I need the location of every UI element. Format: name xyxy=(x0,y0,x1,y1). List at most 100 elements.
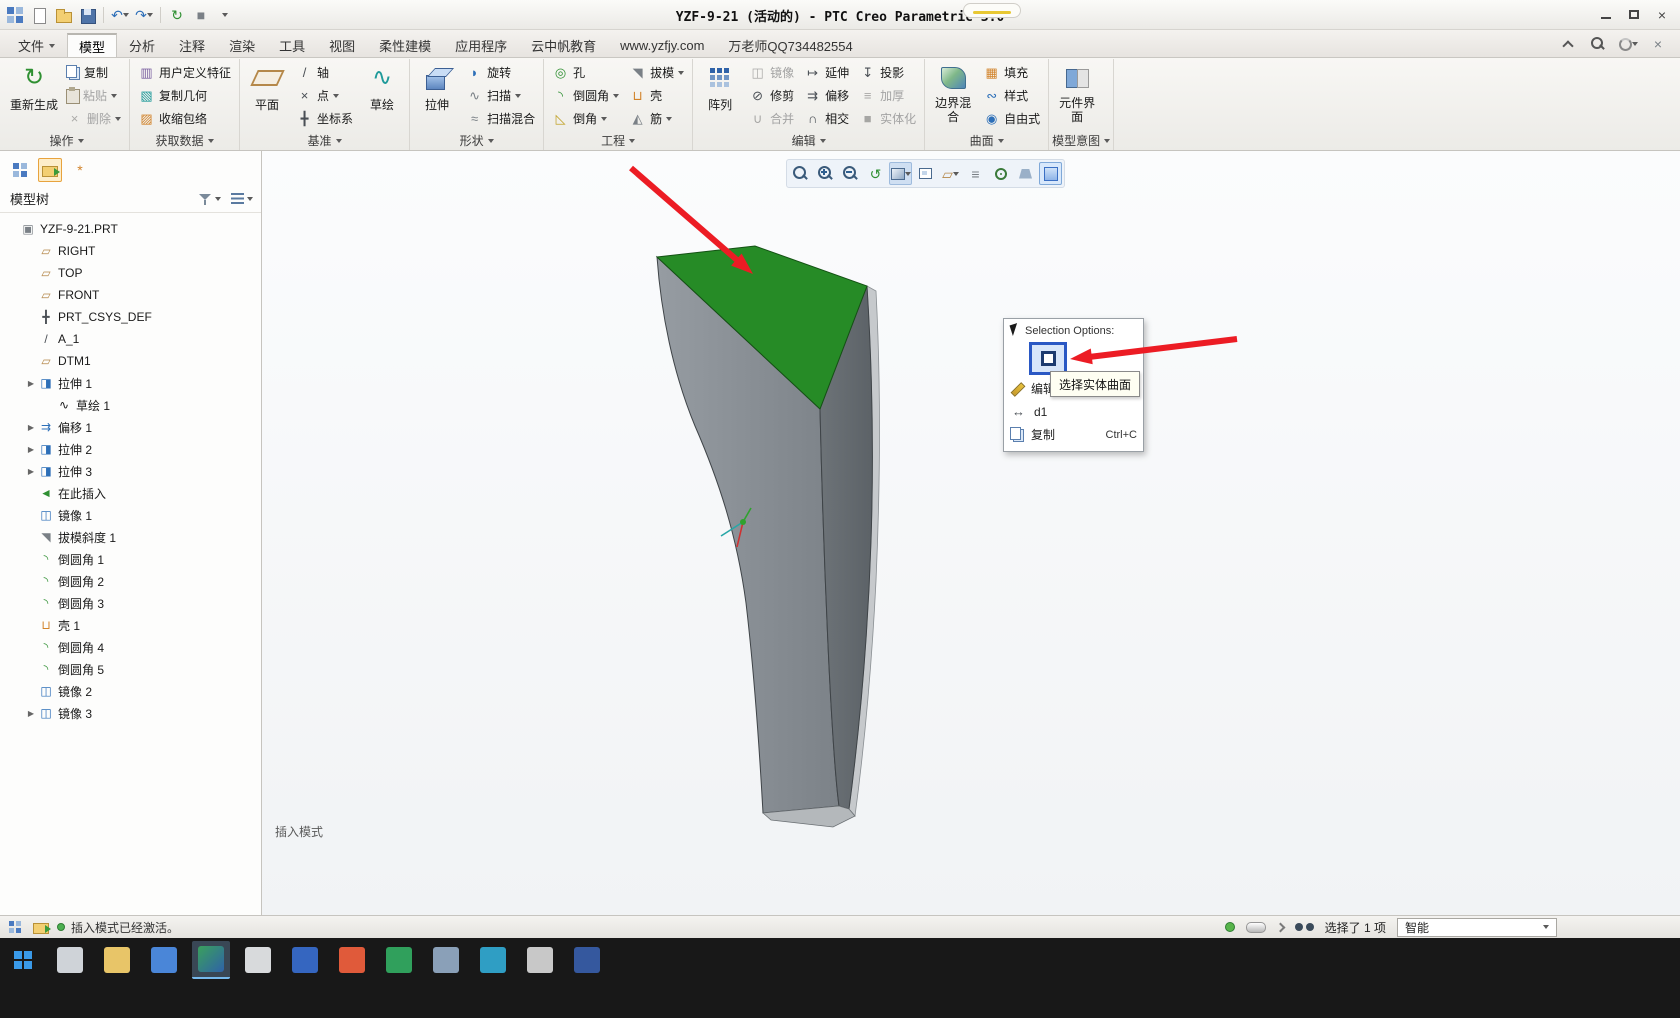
tree-item-extrude-2[interactable]: ▶◨拉伸 2 xyxy=(0,438,261,460)
tree-item-top-plane[interactable]: ▱TOP xyxy=(0,262,261,284)
toggle-tree-button[interactable] xyxy=(5,918,25,937)
start-button[interactable] xyxy=(4,941,42,979)
tree-item-right-plane[interactable]: ▱RIGHT xyxy=(0,240,261,262)
taskbar-app-icon[interactable] xyxy=(380,941,418,979)
regenerate-button[interactable]: ↻ 重新生成 xyxy=(7,59,61,113)
minimize-button[interactable] xyxy=(1592,5,1620,25)
tab-yzf-site[interactable]: www.yzfjy.com xyxy=(608,33,716,57)
tree-item-round-4[interactable]: ◝倒圆角 4 xyxy=(0,636,261,658)
copy-button[interactable]: 复制 xyxy=(61,61,126,84)
tab-analysis[interactable]: 分析 xyxy=(117,33,167,57)
customize-toolbar-button[interactable] xyxy=(214,4,236,26)
datum-axis-button[interactable]: /轴 xyxy=(291,61,358,84)
component-interface-button[interactable]: 元件界面 xyxy=(1052,59,1102,125)
datum-plane-button[interactable]: 平面 xyxy=(243,59,291,113)
favorites-button[interactable]: * xyxy=(68,158,92,182)
datum-display-button[interactable]: ▱ xyxy=(939,162,962,185)
shell-button[interactable]: ⊔壳 xyxy=(624,84,689,107)
graphics-area[interactable]: ↺ ▱ ≡ xyxy=(263,151,1680,915)
show-tree-button[interactable] xyxy=(8,158,32,182)
tree-item-shell-1[interactable]: ⊔壳 1 xyxy=(0,614,261,636)
group-label-engineering[interactable]: 工程 xyxy=(547,131,689,150)
trim-button[interactable]: ⊘修剪 xyxy=(744,84,799,107)
expander-icon[interactable]: ▶ xyxy=(24,467,38,476)
tree-settings-button[interactable] xyxy=(231,193,253,204)
refit-button[interactable] xyxy=(789,162,812,185)
regenerate-quick-button[interactable]: ↻ xyxy=(166,4,188,26)
datum-point-button[interactable]: ×点 xyxy=(291,84,358,107)
offset-button[interactable]: ⇉偏移 xyxy=(799,84,854,107)
toggle-browser-button[interactable] xyxy=(31,918,51,937)
expander-icon[interactable]: ▶ xyxy=(24,709,38,718)
group-label-model-intent[interactable]: 模型意图 xyxy=(1052,131,1110,150)
tab-file[interactable]: 文件 xyxy=(6,33,67,57)
taskbar-app-icon[interactable] xyxy=(51,941,89,979)
tree-item-dtm1[interactable]: ▱DTM1 xyxy=(0,350,261,372)
sketch-button[interactable]: ∿ 草绘 xyxy=(358,59,406,113)
extrude-button[interactable]: 拉伸 xyxy=(413,59,461,113)
tree-item-round-2[interactable]: ◝倒圆角 2 xyxy=(0,570,261,592)
annotation-display-button[interactable]: ≡ xyxy=(964,162,987,185)
zoom-in-button[interactable] xyxy=(814,162,837,185)
group-label-get-data[interactable]: 获取数据 xyxy=(133,131,236,150)
group-label-editing[interactable]: 编辑 xyxy=(696,131,921,150)
saved-orientations-button[interactable] xyxy=(914,162,937,185)
save-button[interactable] xyxy=(76,4,98,26)
tree-item-insert-here[interactable]: ◄在此插入 xyxy=(0,482,261,504)
open-file-button[interactable] xyxy=(52,4,74,26)
tree-item-offset-1[interactable]: ▶⇉偏移 1 xyxy=(0,416,261,438)
maximize-button[interactable] xyxy=(1620,5,1648,25)
tab-yzf-qq[interactable]: 万老师QQ734482554 xyxy=(716,33,864,57)
spin-center-button[interactable] xyxy=(989,162,1012,185)
redo-button[interactable]: ↷ xyxy=(133,4,155,26)
tab-flexible-modeling[interactable]: 柔性建模 xyxy=(367,33,443,57)
taskbar-app-icon[interactable] xyxy=(333,941,371,979)
swept-blend-button[interactable]: ≈扫描混合 xyxy=(461,107,540,130)
tab-model[interactable]: 模型 xyxy=(67,33,117,57)
group-label-surfaces[interactable]: 曲面 xyxy=(928,131,1045,150)
copy-geometry-button[interactable]: ▧复制几何 xyxy=(133,84,236,107)
paste-button[interactable]: 粘贴 xyxy=(61,84,126,107)
selection-filter-combobox[interactable]: 智能 xyxy=(1397,918,1557,937)
udf-button[interactable]: ▥用户定义特征 xyxy=(133,61,236,84)
tree-filters-button[interactable] xyxy=(198,192,221,206)
project-button[interactable]: ↧投影 xyxy=(854,61,921,84)
chamfer-button[interactable]: ◺倒角 xyxy=(547,107,624,130)
taskbar-app-icon[interactable] xyxy=(427,941,465,979)
folder-navigator-button[interactable] xyxy=(38,158,62,182)
tab-annotate[interactable]: 注释 xyxy=(167,33,217,57)
popup-item-dimension[interactable]: ↔ d1 xyxy=(1004,400,1143,423)
tree-item-part[interactable]: ▣YZF-9-21.PRT xyxy=(0,218,261,240)
intersect-button[interactable]: ∩相交 xyxy=(799,107,854,130)
group-label-shapes[interactable]: 形状 xyxy=(413,131,540,150)
utilities-button[interactable] xyxy=(1039,162,1062,185)
sync-button[interactable] xyxy=(1618,35,1638,53)
group-label-operations[interactable]: 操作 xyxy=(7,131,126,150)
tree-item-draft-1[interactable]: ◥拔模斜度 1 xyxy=(0,526,261,548)
tree-item-mirror-2[interactable]: ◫镜像 2 xyxy=(0,680,261,702)
taskbar-app-icon[interactable] xyxy=(474,941,512,979)
taskbar-app-icon[interactable] xyxy=(239,941,277,979)
freestyle-button[interactable]: ◉自由式 xyxy=(978,107,1045,130)
taskbar-app-icon[interactable] xyxy=(145,941,183,979)
rib-button[interactable]: ◭筋 xyxy=(624,107,689,130)
sweep-button[interactable]: ∿扫描 xyxy=(461,84,540,107)
tab-tools[interactable]: 工具 xyxy=(267,33,317,57)
popup-item-copy[interactable]: 复制 Ctrl+C xyxy=(1004,423,1143,446)
tab-yzf-edu[interactable]: 云中帆教育 xyxy=(519,33,608,57)
taskbar-app-icon[interactable] xyxy=(521,941,559,979)
datum-csys-button[interactable]: ╋坐标系 xyxy=(291,107,358,130)
tree-item-extrude-1[interactable]: ▶◨拉伸 1 xyxy=(0,372,261,394)
taskbar-app-icon[interactable] xyxy=(98,941,136,979)
pattern-button[interactable]: 阵列 xyxy=(696,59,744,113)
delete-button[interactable]: ×删除 xyxy=(61,107,126,130)
tree-item-mirror-1[interactable]: ◫镜像 1 xyxy=(0,504,261,526)
tree-item-front-plane[interactable]: ▱FRONT xyxy=(0,284,261,306)
tree-item-round-1[interactable]: ◝倒圆角 1 xyxy=(0,548,261,570)
revolve-button[interactable]: ◗旋转 xyxy=(461,61,540,84)
extend-button[interactable]: ↦延伸 xyxy=(799,61,854,84)
tree-item-round-5[interactable]: ◝倒圆角 5 xyxy=(0,658,261,680)
search-button[interactable] xyxy=(1588,35,1608,53)
display-style-button[interactable] xyxy=(889,162,912,185)
group-label-datum[interactable]: 基准 xyxy=(243,131,406,150)
